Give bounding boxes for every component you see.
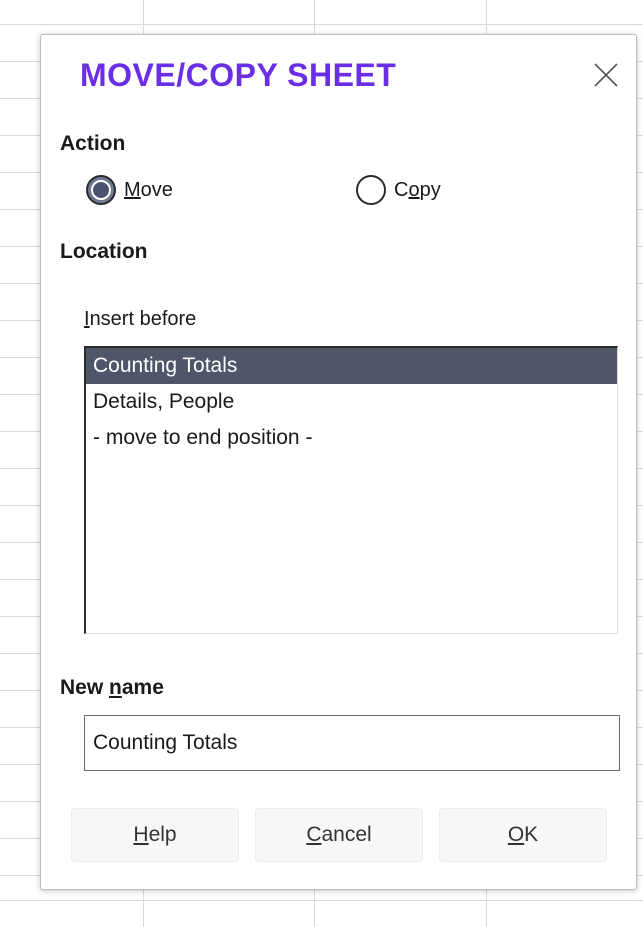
insert-before-listbox[interactable]: Counting Totals Details, People - move t…: [84, 346, 618, 634]
close-button[interactable]: [590, 59, 622, 91]
move-copy-sheet-dialog: MOVE/COPY SHEET Action Move Copy Locatio…: [40, 34, 637, 890]
dialog-title: MOVE/COPY SHEET: [80, 57, 397, 93]
insert-before-label: Insert before: [84, 308, 197, 330]
location-heading: Location: [60, 240, 148, 263]
copy-radio-label: Copy: [394, 178, 441, 201]
help-button[interactable]: Help: [71, 808, 239, 862]
new-name-label: New name: [60, 676, 164, 699]
list-item[interactable]: Details, People: [86, 384, 617, 420]
new-name-input[interactable]: Counting Totals: [84, 715, 620, 771]
move-radio[interactable]: Move: [86, 175, 173, 205]
close-icon: [594, 63, 618, 87]
radio-unchecked-icon: [356, 175, 386, 205]
ok-button[interactable]: OK: [439, 808, 607, 862]
action-heading: Action: [60, 132, 126, 155]
copy-radio[interactable]: Copy: [356, 175, 441, 205]
radio-checked-icon: [86, 175, 116, 205]
move-radio-label: Move: [124, 178, 173, 201]
cancel-button[interactable]: Cancel: [255, 808, 423, 862]
list-item[interactable]: Counting Totals: [86, 348, 617, 384]
list-item[interactable]: - move to end position -: [86, 420, 617, 456]
